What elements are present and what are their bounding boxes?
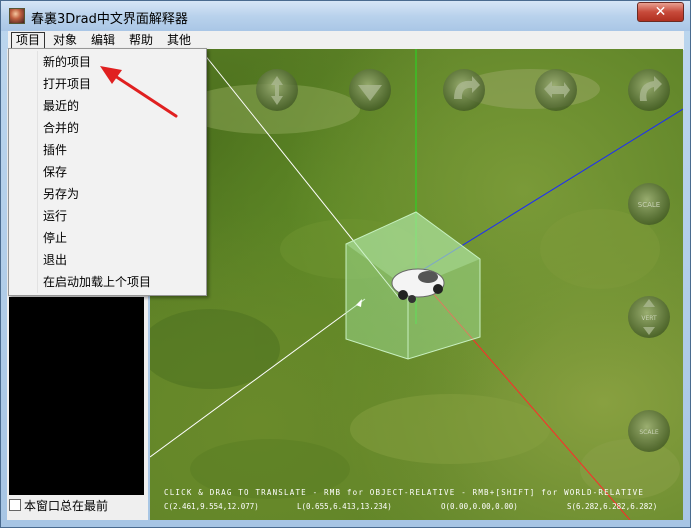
close-button[interactable]: ✕ xyxy=(637,2,684,22)
nav-button-scale[interactable]: SCALE xyxy=(628,183,670,225)
menu-other[interactable]: 其他 xyxy=(163,32,195,49)
menu-item-save-as[interactable]: 另存为 xyxy=(43,184,79,204)
preview-pane xyxy=(9,297,144,495)
menu-item-exit[interactable]: 退出 xyxy=(43,250,67,270)
nav-button-rotate-right[interactable] xyxy=(535,69,577,111)
menu-item-stop[interactable]: 停止 xyxy=(43,228,67,248)
svg-text:VERT: VERT xyxy=(641,315,657,322)
viewport-hint: CLICK & DRAG TO TRANSLATE - RMB for OBJE… xyxy=(164,488,645,497)
coord-s: S(6.282,6.282,6.282) xyxy=(567,502,658,511)
menu-project[interactable]: 项目 xyxy=(11,32,46,49)
menu-item-merge[interactable]: 合并的 xyxy=(43,118,79,138)
menu-item-recent[interactable]: 最近的 xyxy=(43,96,79,116)
menu-edit[interactable]: 编辑 xyxy=(87,32,119,49)
menu-item-run[interactable]: 运行 xyxy=(43,206,67,226)
menu-help[interactable]: 帮助 xyxy=(125,32,157,49)
coord-c: C(2.461,9.554,12.077) xyxy=(164,502,259,511)
always-on-top-checkbox[interactable] xyxy=(9,499,21,511)
coord-l: L(0.655,6.413,13.234) xyxy=(297,502,392,511)
app-icon xyxy=(9,8,25,24)
menu-object[interactable]: 对象 xyxy=(49,32,81,49)
nav-button-move-vertical[interactable] xyxy=(256,69,298,111)
menu-item-load-last-on-start[interactable]: 在启动加载上个项目 xyxy=(43,272,151,292)
nav-button-zoom-vertical[interactable]: VERT xyxy=(628,296,670,338)
nav-button-move-down[interactable] xyxy=(349,69,391,111)
nav-button-tilt[interactable] xyxy=(628,69,670,111)
project-menu-dropdown: 新的项目 打开项目 最近的 合并的 插件 保存 另存为 运行 停止 退出 在启动… xyxy=(8,48,207,296)
title-bar[interactable]: 春裏3Drad中文界面解释器 ✕ xyxy=(1,1,690,31)
3d-viewport[interactable]: SCALE VERT SCALE CLICK & DRAG TO TRANSLA… xyxy=(150,49,683,520)
menu-item-save[interactable]: 保存 xyxy=(43,162,67,182)
scale-small-icon: SCALE xyxy=(639,429,658,436)
menu-item-plugins[interactable]: 插件 xyxy=(43,140,67,160)
nav-button-rotate-left[interactable] xyxy=(443,69,485,111)
scale-icon: SCALE xyxy=(638,201,660,209)
menu-item-new-project[interactable]: 新的项目 xyxy=(43,52,91,72)
coord-o: O(0.00,0.00,0.00) xyxy=(441,502,518,511)
menu-gutter xyxy=(37,51,38,293)
viewport-scene: SCALE VERT SCALE xyxy=(150,49,683,520)
nav-button-scale-small[interactable]: SCALE xyxy=(628,410,670,452)
always-on-top-label: 本窗口总在最前 xyxy=(24,499,109,513)
menu-item-open-project[interactable]: 打开项目 xyxy=(43,74,91,94)
window-title: 春裏3Drad中文界面解释器 xyxy=(31,12,188,27)
